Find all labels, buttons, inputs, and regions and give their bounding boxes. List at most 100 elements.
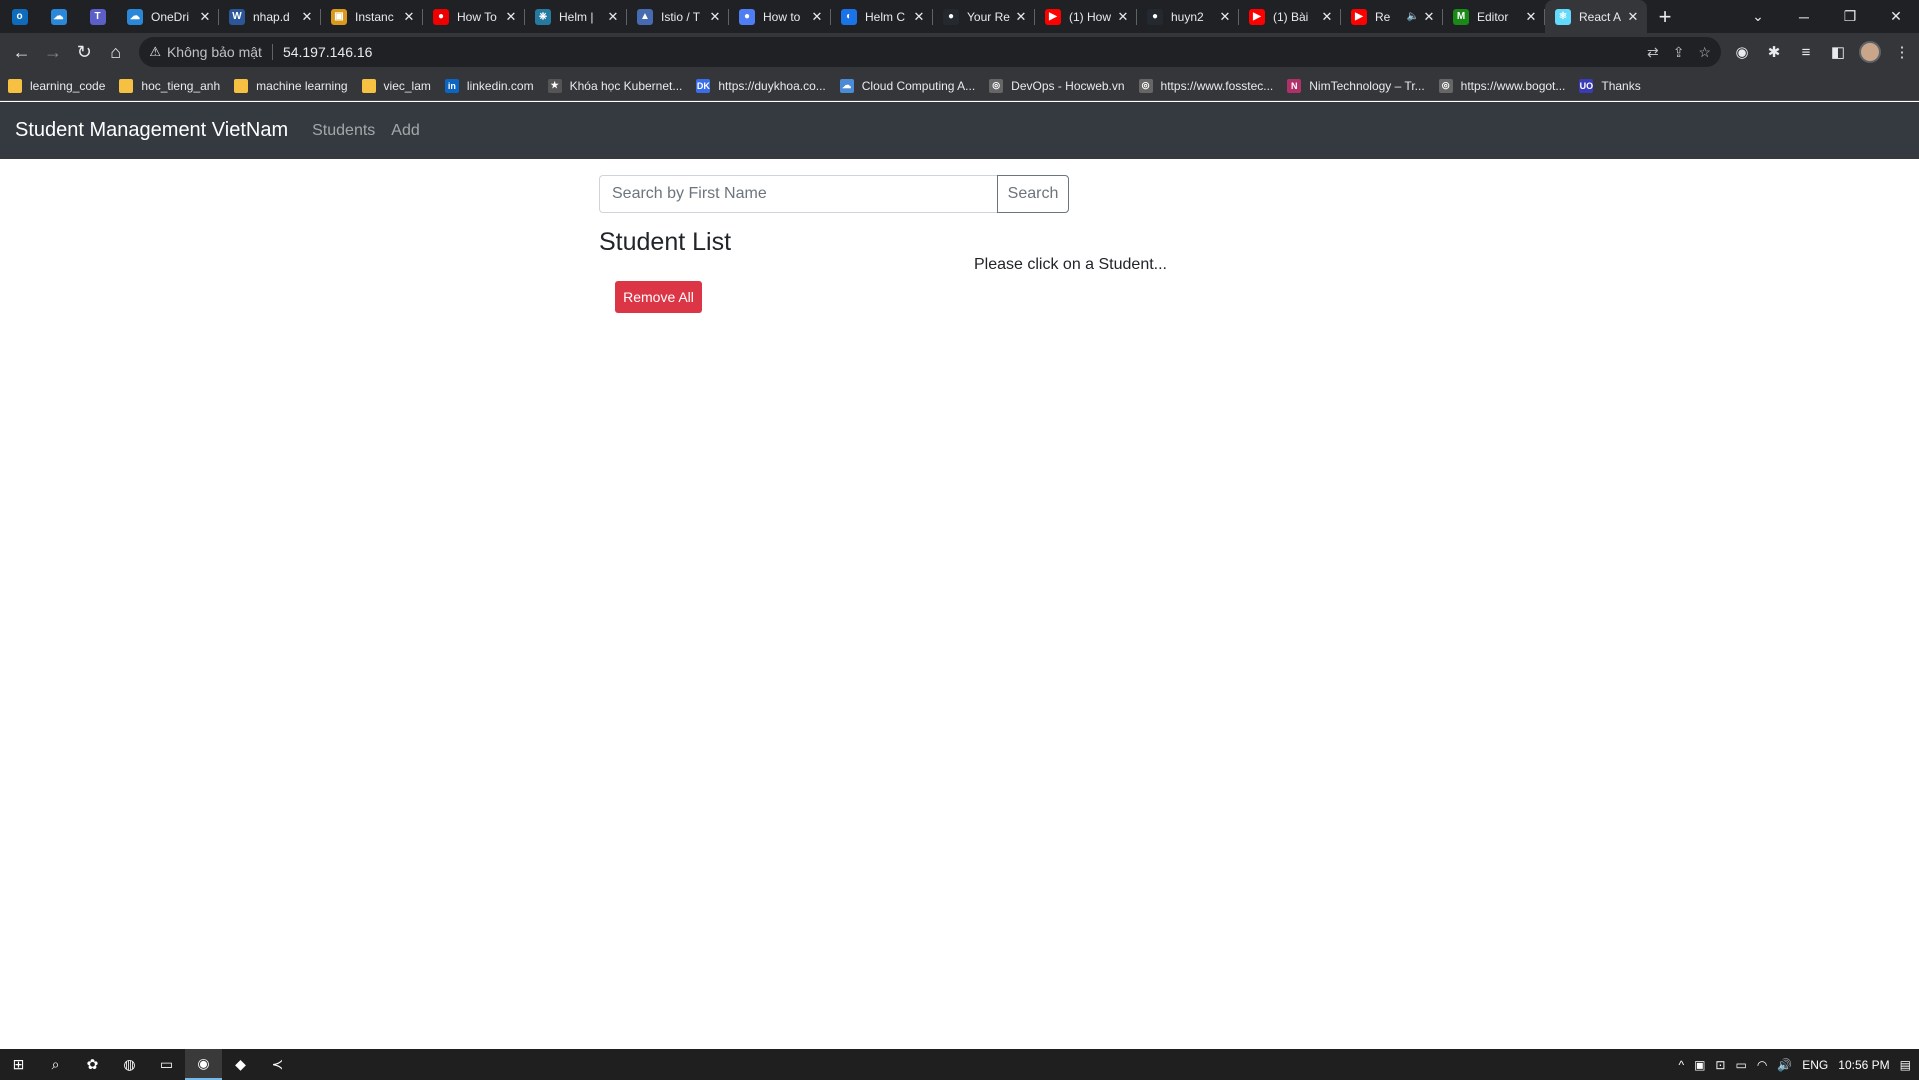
tab-close-icon[interactable]: ✕ (1523, 9, 1539, 25)
minimize-button[interactable]: ─ (1781, 0, 1827, 33)
bookmark-item[interactable]: ◎ https://www.fosstec... (1138, 78, 1273, 93)
nav-link-students[interactable]: Students (312, 122, 375, 140)
zoom-icon[interactable]: ◍ (111, 1049, 148, 1080)
tab-close-icon[interactable]: ✕ (1625, 9, 1641, 25)
tab-close-icon[interactable]: ✕ (1319, 9, 1335, 25)
home-button[interactable]: ⌂ (100, 36, 131, 68)
bookmark-item[interactable]: N NimTechnology – Tr... (1287, 78, 1425, 93)
bookmark-item[interactable]: machine learning (234, 78, 348, 93)
tab-audio-icon[interactable]: 🔈 (1405, 9, 1421, 25)
browser-tab[interactable]: ▶ (1) Bài ✕ (1239, 0, 1341, 33)
security-status-text[interactable]: Không bảo mật (167, 44, 262, 60)
bookmark-item[interactable]: ★ Khóa học Kubernet... (547, 78, 682, 93)
windows-start-icon[interactable]: ⊞ (0, 1049, 37, 1080)
bookmark-item[interactable]: learning_code (8, 78, 105, 93)
wifi-icon[interactable]: ◠ (1757, 1058, 1767, 1072)
tab-search-button[interactable]: ⌄ (1735, 0, 1781, 33)
tab-close-icon[interactable]: ✕ (401, 9, 417, 25)
tab-close-icon[interactable]: ✕ (1115, 9, 1131, 25)
browser-tab[interactable]: ▶ (1) How ✕ (1035, 0, 1137, 33)
browser-tab[interactable]: ▲ Istio / T ✕ (627, 0, 729, 33)
bookmark-site-icon: UO (1579, 78, 1594, 93)
browser-tab[interactable]: ● huyn2 ✕ (1137, 0, 1239, 33)
pinned-tab[interactable]: o (0, 0, 39, 33)
tab-close-icon[interactable]: ✕ (503, 9, 519, 25)
new-tab-button[interactable]: + (1647, 0, 1683, 33)
reload-button[interactable]: ↻ (69, 36, 100, 68)
extensions-puzzle-icon[interactable]: ✱ (1763, 41, 1785, 63)
tab-close-icon[interactable]: ✕ (197, 9, 213, 25)
browser-tab[interactable]: ▶ Re 🔈 ✕ (1341, 0, 1443, 33)
url-text[interactable]: 54.197.146.16 (283, 44, 373, 60)
search-icon[interactable]: ⌕ (37, 1049, 74, 1080)
folder-icon (234, 78, 249, 93)
language-indicator[interactable]: ENG (1802, 1058, 1828, 1072)
tab-close-icon[interactable]: ✕ (605, 9, 621, 25)
side-panel-icon[interactable]: ◧ (1827, 41, 1849, 63)
chrome-icon[interactable]: ◉ (185, 1049, 222, 1080)
tray-overflow-chevron-icon[interactable]: ^ (1678, 1058, 1684, 1072)
tab-close-icon[interactable]: ✕ (299, 9, 315, 25)
browser-tab[interactable]: M Editor ✕ (1443, 0, 1545, 33)
search-input[interactable] (599, 175, 997, 213)
bookmark-item[interactable]: ◎ https://www.bogot... (1438, 78, 1565, 93)
tab-close-icon[interactable]: ✕ (1421, 9, 1437, 25)
tab-close-icon[interactable]: ✕ (911, 9, 927, 25)
bookmark-item[interactable]: ◎ DevOps - Hocweb.vn (989, 78, 1125, 93)
bookmark-label: machine learning (256, 78, 348, 93)
bookmark-item[interactable]: hoc_tieng_anh (119, 78, 220, 93)
tab-close-icon[interactable]: ✕ (707, 9, 723, 25)
address-bar[interactable]: ⚠ Không bảo mật 54.197.146.16 ⇄ ⇪ ☆ (139, 37, 1721, 67)
file-explorer-icon[interactable]: ▭ (148, 1049, 185, 1080)
browser-tab[interactable]: Wnhap.d ✕ (219, 0, 321, 33)
browser-tab[interactable]: ▣ Instanc ✕ (321, 0, 423, 33)
app-brand[interactable]: Student Management VietNam (15, 119, 288, 142)
vscode-icon[interactable]: ≺ (259, 1049, 296, 1080)
bookmark-item[interactable]: viec_lam (361, 78, 431, 93)
bookmark-item[interactable]: ☁ Cloud Computing A... (839, 78, 975, 93)
share-icon[interactable]: ⇪ (1673, 44, 1685, 61)
nav-link-add[interactable]: Add (391, 122, 419, 140)
security-icon[interactable]: ⊡ (1715, 1058, 1725, 1072)
extension-circle-icon[interactable]: ◉ (1731, 41, 1753, 63)
active-tab[interactable]: ⚛ React A ✕ (1545, 0, 1647, 33)
github-icon: ● (1147, 8, 1163, 25)
volume-icon[interactable]: 🔊 (1777, 1058, 1792, 1072)
tab-close-icon[interactable]: ✕ (1013, 9, 1029, 25)
translate-icon[interactable]: ⇄ (1647, 44, 1659, 61)
tab-close-icon[interactable]: ✕ (1217, 9, 1233, 25)
notification-center-icon[interactable]: ▤ (1900, 1058, 1911, 1072)
browser-tab[interactable]: ● How To ✕ (423, 0, 525, 33)
bookmark-item[interactable]: in linkedin.com (444, 78, 534, 93)
forward-button[interactable]: → (37, 36, 68, 68)
pinned-tab[interactable]: T (78, 0, 117, 33)
restore-button[interactable]: ❐ (1827, 0, 1873, 33)
tab-close-icon[interactable]: ✕ (809, 9, 825, 25)
browser-tab[interactable]: ◐ Helm C ✕ (831, 0, 933, 33)
search-button[interactable]: Search (997, 175, 1069, 213)
bookmark-item[interactable]: UO Thanks (1579, 78, 1641, 93)
redhat-icon: ● (433, 8, 449, 25)
battery-icon[interactable]: ▭ (1735, 1058, 1746, 1072)
pinned-tab[interactable]: ☁ (39, 0, 78, 33)
remove-all-button[interactable]: Remove All (615, 281, 702, 313)
browser-tab[interactable]: ● Your Re ✕ (933, 0, 1035, 33)
profile-avatar[interactable] (1858, 41, 1881, 63)
bookmark-star-icon[interactable]: ☆ (1698, 44, 1711, 61)
browser-tab[interactable]: ● How to ✕ (729, 0, 831, 33)
bookmark-item[interactable]: DK https://duykhoa.co... (696, 78, 826, 93)
tab-title: OneDri (151, 9, 190, 24)
close-window-button[interactable]: ✕ (1873, 0, 1919, 33)
not-secure-warning-icon[interactable]: ⚠ (149, 44, 161, 60)
meet-now-icon[interactable]: ▣ (1694, 1058, 1705, 1072)
select-student-hint: Please click on a Student... (974, 256, 1167, 273)
back-button[interactable]: ← (6, 36, 37, 68)
bookmarks-bar: learning_code hoc_tieng_anh machine learni… (0, 71, 1919, 101)
app-icon[interactable]: ✿ (74, 1049, 111, 1080)
browser-tab[interactable]: ☁ OneDri ✕ (117, 0, 219, 33)
media-control-icon[interactable]: ≡ (1795, 41, 1817, 63)
browser-tab[interactable]: ⎈ Helm | ✕ (525, 0, 627, 33)
clock-time[interactable]: 10:56 PM (1838, 1058, 1889, 1072)
git-icon[interactable]: ◆ (222, 1049, 259, 1080)
browser-menu-icon[interactable]: ⋮ (1891, 41, 1913, 63)
